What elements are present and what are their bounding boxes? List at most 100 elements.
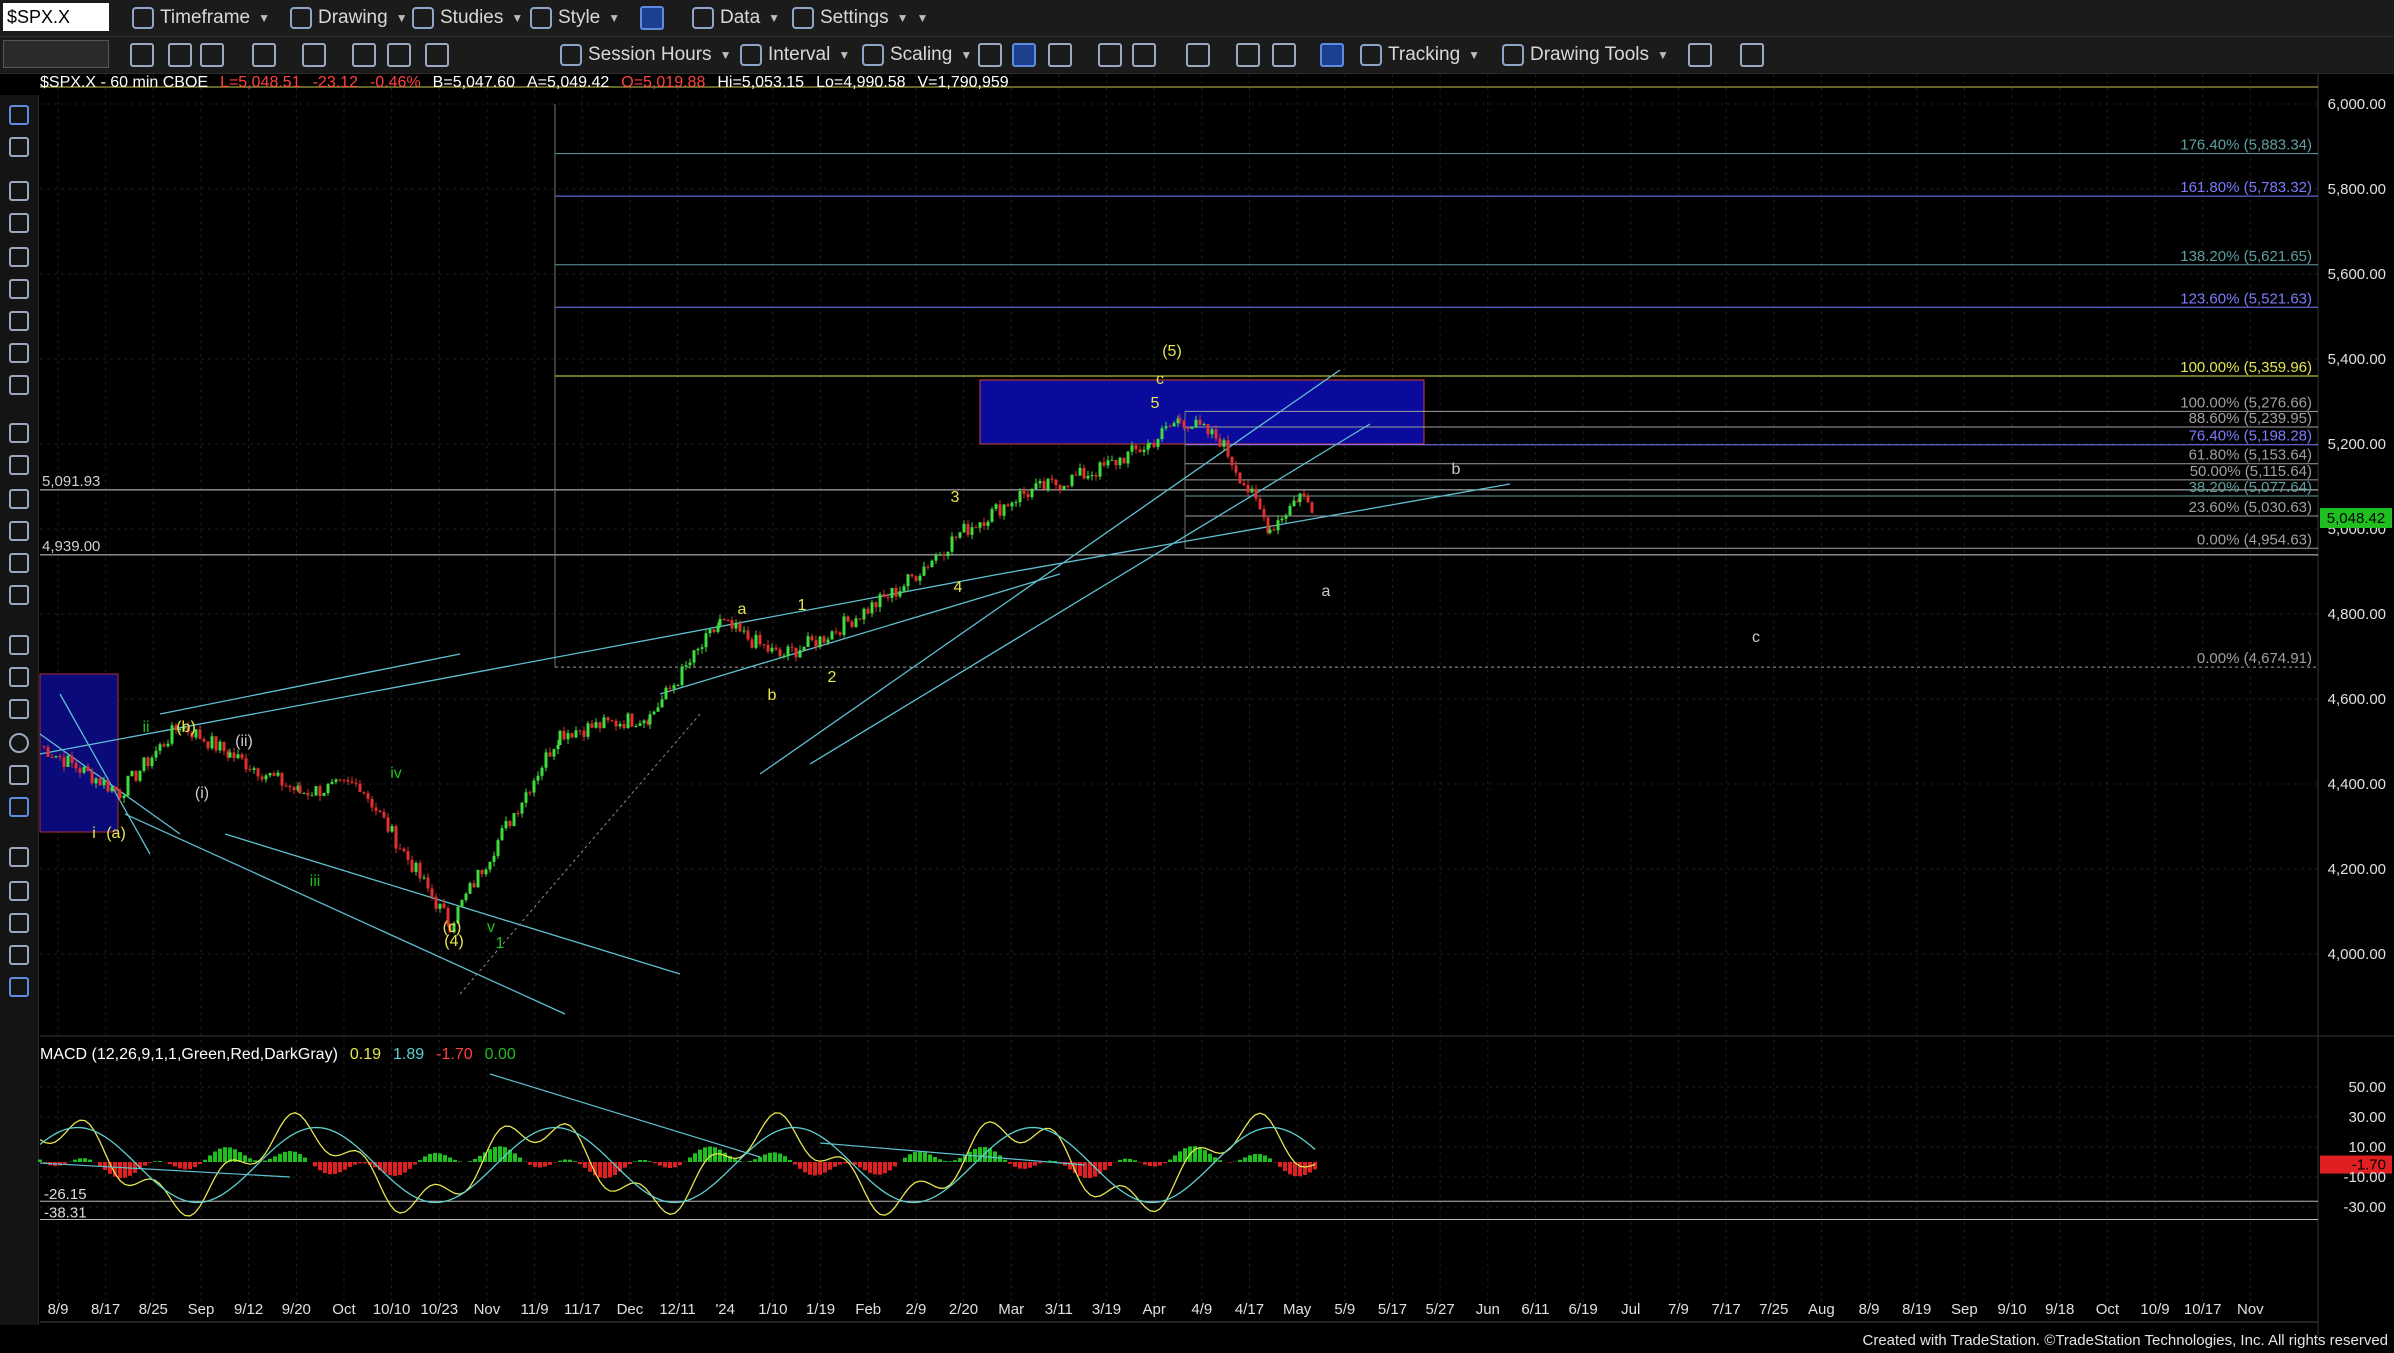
candle-body [134,770,138,781]
candle-body [1018,491,1022,503]
ohlc-icon[interactable] [1098,43,1122,67]
zoom-in-icon[interactable] [1236,43,1260,67]
date-axis-label: Nov [474,1301,501,1318]
candle-body [1246,485,1250,493]
macd-histogram-bar [903,1157,907,1162]
drawing-tools-menu[interactable]: Drawing Tools ▼ [1502,41,1669,69]
chart-toolbar: Session Hours ▼ Interval ▼ Scaling ▼ Tracki… [0,37,2394,74]
candle-body [590,723,594,728]
macd-histogram-bar [753,1159,757,1162]
studies-menu[interactable]: Studies ▼ [412,4,523,32]
candle-body [726,619,730,621]
refresh-icon[interactable] [130,43,154,67]
prior-zone[interactable] [39,673,119,833]
date-axis-label: 1/19 [806,1301,835,1318]
candle-body [746,630,750,640]
candle-body [248,769,252,771]
tracking-menu[interactable]: Tracking ▼ [1360,41,1480,69]
chevron-down-icon: ▼ [719,48,732,62]
zoom-icon[interactable] [352,43,376,67]
candle-body [430,888,434,897]
macd-histogram-bar [358,1162,362,1164]
candle-body [562,730,566,740]
candle-body [826,639,830,643]
candle-body [598,722,602,729]
date-axis-label: 6/19 [1569,1301,1598,1318]
candle-body [1202,424,1206,426]
candle-body [268,773,272,776]
candle-body [338,779,342,781]
macd-histogram-bar [413,1162,417,1165]
chart-grid [40,74,2318,1302]
settings-menu[interactable]: Settings ▼ ▼ [792,4,928,32]
style-menu[interactable]: Style ▼ [530,4,620,32]
candle-body [1292,500,1296,506]
candle-body [1090,475,1094,477]
projection-line [459,713,701,995]
save-icon[interactable] [387,43,411,67]
macd-header: MACD (12,26,9,1,1,Green,Red,DarkGray) 0.1… [40,1046,528,1064]
candle-body [1110,459,1114,461]
candle-body [708,629,712,634]
wave-label: v [487,919,495,936]
candle-body [276,772,280,776]
candle-body [1198,419,1202,425]
analysis-icon[interactable] [252,43,276,67]
history-icon[interactable] [168,43,192,67]
wave-label: 1 [798,597,807,614]
candle-body [838,632,842,635]
date-axis-label: 8/17 [91,1301,120,1318]
interval-select[interactable] [3,40,109,68]
price-chart[interactable]: 5,091.934,939.00 176.40% (5,883.34)161.8… [0,74,2394,1336]
window-icon[interactable] [1186,43,1210,67]
zoom-out-icon[interactable] [1272,43,1296,67]
session-hours-menu[interactable]: Session Hours ▼ [560,41,731,69]
candle-body [496,840,500,856]
candle-body [890,587,894,598]
hollow-candle-icon[interactable] [1048,43,1072,67]
search-icon[interactable] [425,43,449,67]
symbol-input[interactable]: $SPX.X [3,3,109,31]
data-menu[interactable]: Data ▼ [692,4,780,32]
grid-icon[interactable] [1320,43,1344,67]
candle-body [228,752,232,758]
candle-body [488,861,492,870]
macd-histogram-bar [438,1153,442,1162]
link-icon[interactable] [640,6,664,30]
candle-body [1094,475,1098,477]
candle-body [582,730,586,737]
macd-histogram-bar [633,1161,637,1162]
macd-histogram-bar [723,1152,727,1162]
compare-icon[interactable] [200,43,224,67]
date-axis-label: Sep [188,1301,215,1318]
candle-body [370,798,374,808]
date-axis-label: Oct [332,1301,356,1318]
candle-body [1114,459,1118,466]
candle-body [122,795,126,799]
candle-body [712,629,716,632]
line-style-icon[interactable] [1132,43,1156,67]
main-toolbar: $SPX.X Timeframe ▼ Drawing ▼ Studies ▼ Styl… [0,0,2394,37]
date-axis-label: 10/17 [2184,1301,2222,1318]
candle-body [548,752,552,757]
candle-body [292,787,296,791]
export-icon[interactable] [1688,43,1712,67]
candle-body [138,770,142,781]
date-axis-label: 3/19 [1092,1301,1121,1318]
timeframe-menu[interactable]: Timeframe ▼ [132,4,270,32]
cloud-icon[interactable] [1740,43,1764,67]
bar-style-icon[interactable] [978,43,1002,67]
macd-histogram-bar [893,1162,897,1167]
interval-menu[interactable]: Interval ▼ [740,41,850,69]
macd-histogram-bar [453,1159,457,1162]
candle-body [1218,438,1222,447]
candle-body [684,665,688,667]
candle-style-icon[interactable] [1012,43,1036,67]
target-icon[interactable] [302,43,326,67]
candle-body [668,687,672,689]
candle-body [154,750,158,758]
target-zone[interactable] [979,379,1425,445]
drawing-menu[interactable]: Drawing ▼ [290,4,408,32]
scaling-menu[interactable]: Scaling ▼ [862,41,972,69]
wave-label: 3 [951,489,960,506]
